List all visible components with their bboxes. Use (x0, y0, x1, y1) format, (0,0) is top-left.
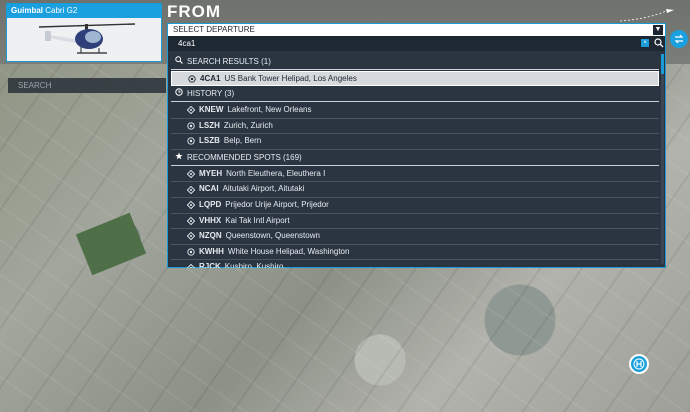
airport-code: LQPD (199, 199, 222, 209)
airport-name: Queenstown, Queenstown (225, 231, 320, 241)
heliport-icon (187, 122, 195, 130)
swap-route-button[interactable] (670, 30, 688, 48)
departure-header[interactable]: SELECT DEPARTURE ▼ (168, 24, 665, 36)
page-title: FROM (167, 2, 222, 21)
results-section-header: RECOMMENDED SPOTS (169) (171, 150, 659, 166)
result-row[interactable]: VHHX Kai Tak Intl Airport (171, 214, 659, 230)
results-scrollbar[interactable] (661, 54, 664, 264)
aircraft-manufacturer: Guimbal (11, 6, 44, 15)
airport-code: LSZH (199, 120, 220, 130)
flight-path-icon (619, 9, 674, 22)
airport-code: VHHX (199, 215, 222, 225)
airport-icon (187, 106, 195, 115)
results-section-header: SEARCH RESULTS (1) (171, 54, 659, 70)
airport-name: Belp, Bern (223, 136, 262, 146)
result-row[interactable]: LSZH Zurich, Zurich (171, 119, 659, 135)
airport-icon (187, 263, 195, 268)
airport-name: US Bank Tower Helipad, Los Angeles (224, 74, 357, 83)
search-icon (175, 54, 183, 69)
section-title: SEARCH RESULTS (1) (187, 57, 271, 66)
heliport-icon (187, 137, 195, 146)
scrollbar-thumb[interactable] (661, 54, 664, 74)
section-title: RECOMMENDED SPOTS (169) (187, 152, 302, 162)
heliport-icon (187, 248, 195, 256)
airport-name: White House Helipad, Washington (227, 246, 350, 256)
heliport-marker-icon[interactable] (629, 354, 649, 374)
airport-name: Kushiro, Kushiro (224, 262, 284, 268)
airport-icon (187, 232, 195, 241)
results-section-header: HISTORY (3) (171, 86, 659, 102)
result-row[interactable]: KWHH White House Helipad, Washington (171, 245, 659, 261)
aircraft-card[interactable]: Guimbal Cabri G2 (6, 3, 162, 62)
airport-name: Kai Tak Intl Airport (225, 215, 290, 225)
aircraft-name: Guimbal Cabri G2 (7, 4, 161, 18)
result-row[interactable]: RJCK Kushiro, Kushiro (171, 260, 659, 268)
airport-code: LSZB (199, 136, 220, 146)
airport-code: NCAI (199, 184, 219, 194)
airport-icon (187, 185, 195, 194)
airport-name: Prijedor Urije Airport, Prijedor (225, 199, 329, 209)
clear-search-button[interactable]: × (641, 39, 649, 47)
helicopter-image (38, 23, 136, 54)
departure-search-row: × (168, 36, 665, 51)
airport-name: Zurich, Zurich (223, 120, 273, 130)
airport-name: North Eleuthera, Eleuthera I (226, 168, 326, 178)
heliport-h-icon (633, 358, 645, 370)
left-search-field[interactable]: SEARCH (8, 78, 166, 93)
airport-name: Lakefront, New Orleans (227, 105, 312, 114)
airport-code: KWHH (199, 246, 224, 256)
airport-name: Aitutaki Airport, Aitutaki (222, 184, 305, 194)
airport-icon (187, 216, 195, 225)
heliport-icon (188, 74, 196, 83)
result-row[interactable]: LQPD Prijedor Urije Airport, Prijedor (171, 198, 659, 214)
result-row[interactable]: LSZB Belp, Bern (171, 134, 659, 150)
airport-code: KNEW (199, 105, 224, 114)
departure-label: SELECT DEPARTURE (173, 25, 255, 34)
star-icon (175, 150, 183, 165)
result-row[interactable]: MYEH North Eleuthera, Eleuthera I (171, 167, 659, 183)
airport-code: 4CA1 (200, 74, 221, 83)
airport-code: NZQN (199, 231, 222, 241)
result-row[interactable]: NZQN Queenstown, Queenstown (171, 229, 659, 245)
clock-icon (175, 86, 183, 101)
airport-code: MYEH (199, 168, 223, 178)
aircraft-model: Cabri G2 (45, 6, 78, 15)
section-title: HISTORY (3) (187, 89, 235, 98)
swap-icon (674, 34, 684, 44)
airport-icon (187, 201, 195, 210)
result-row[interactable]: 4CA1 US Bank Tower Helipad, Los Angeles (171, 71, 659, 86)
departure-search-input[interactable] (178, 37, 638, 50)
departure-panel: SELECT DEPARTURE ▼ × SEARCH RESULTS (1) 4… (167, 23, 666, 268)
airport-code: RJCK (199, 262, 221, 268)
result-row[interactable]: NCAI Aitutaki Airport, Aitutaki (171, 182, 659, 198)
search-icon[interactable] (654, 38, 664, 48)
chevron-down-icon[interactable]: ▼ (653, 25, 663, 35)
airport-icon (187, 170, 195, 179)
departure-results-list[interactable]: SEARCH RESULTS (1) 4CA1 US Bank Tower Heli… (171, 54, 659, 268)
result-row[interactable]: KNEW Lakefront, New Orleans (171, 103, 659, 119)
